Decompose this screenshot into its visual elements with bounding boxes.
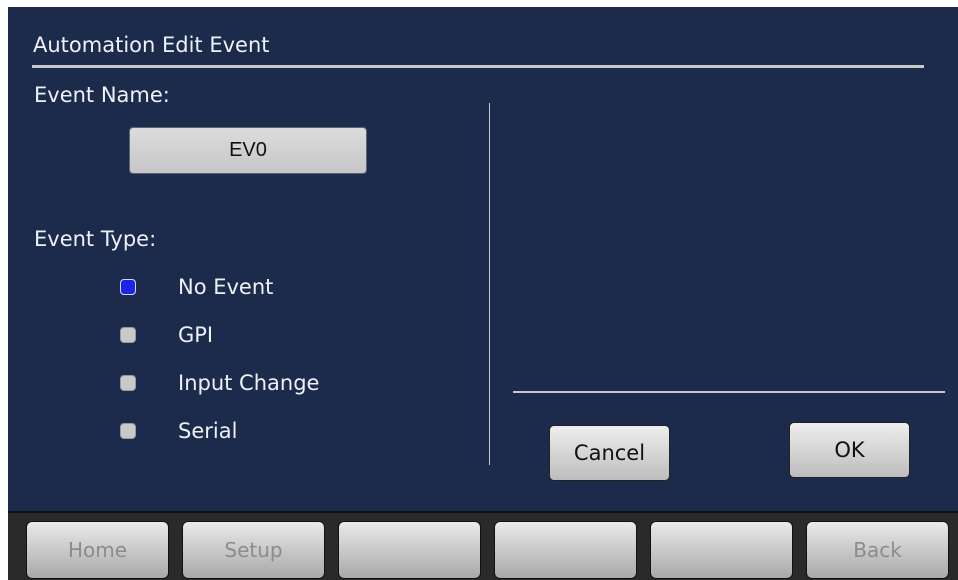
back-button[interactable]: Back [806, 521, 949, 579]
title-divider [32, 65, 924, 68]
ok-button[interactable]: OK [789, 422, 910, 478]
home-button[interactable]: Home [26, 521, 169, 579]
event-type-option-label: GPI [178, 323, 214, 347]
button-area-divider [513, 391, 945, 393]
setup-button[interactable]: Setup [182, 521, 325, 579]
event-type-option-label: No Event [178, 275, 274, 299]
bottom-nav-bar: Home Setup Back [8, 511, 958, 580]
nav-button-blank-3[interactable] [338, 521, 481, 579]
cancel-button[interactable]: Cancel [549, 425, 670, 481]
radio-unselected-icon[interactable] [120, 375, 136, 391]
radio-unselected-icon[interactable] [120, 423, 136, 439]
event-name-label: Event Name: [34, 83, 170, 107]
event-type-option-gpi[interactable]: GPI [120, 320, 213, 350]
event-type-option-label: Input Change [178, 371, 320, 395]
event-type-label: Event Type: [34, 227, 157, 251]
event-type-option-no-event[interactable]: No Event [120, 272, 273, 302]
event-type-option-serial[interactable]: Serial [120, 416, 237, 446]
vertical-divider [489, 103, 490, 465]
automation-edit-event-screen: Automation Edit Event Event Name: EV0 Ev… [8, 7, 958, 580]
radio-unselected-icon[interactable] [120, 327, 136, 343]
event-name-field[interactable]: EV0 [129, 127, 367, 174]
nav-button-blank-5[interactable] [650, 521, 793, 579]
page-title: Automation Edit Event [33, 33, 270, 57]
nav-button-blank-4[interactable] [494, 521, 637, 579]
radio-selected-icon[interactable] [120, 279, 136, 295]
event-type-option-input-change[interactable]: Input Change [120, 368, 319, 398]
event-type-option-label: Serial [178, 419, 238, 443]
